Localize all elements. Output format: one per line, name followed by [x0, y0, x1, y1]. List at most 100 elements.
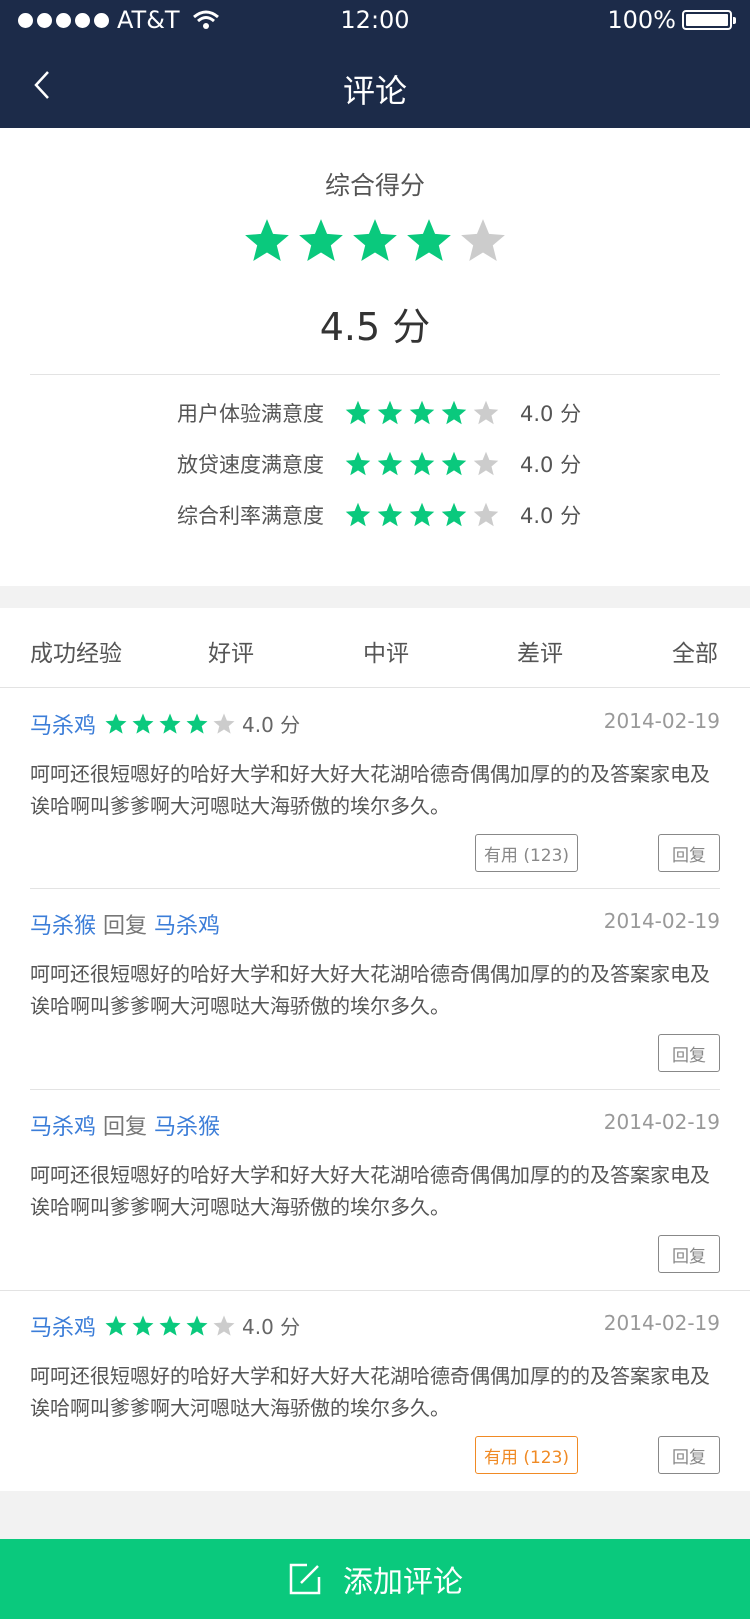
star-filled-icon: [132, 1315, 154, 1336]
review-list: 马杀鸡 4.0 分 2014-02-19 呵呵还很短嗯好的哈好大学和好大好大花湖…: [0, 688, 750, 1491]
star-filled-icon: [377, 400, 403, 425]
add-review-label: 添加评论: [343, 1565, 463, 1600]
review-author[interactable]: 马杀鸡: [30, 1115, 96, 1140]
review-score: 4.0 分: [242, 1315, 301, 1339]
review-stars: [104, 1314, 236, 1338]
review-text: 呵呵还很短嗯好的哈好大学和好大好大花湖哈德奇偶偶加厚的的及答案家电及诶哈啊叫爹爹…: [30, 962, 710, 1018]
status-right: 100%: [607, 6, 736, 34]
edit-icon: [289, 1563, 321, 1595]
review-score: 4.0 分: [242, 713, 301, 737]
sub-rating-row: 综合利率满意度 4.0 分: [0, 495, 750, 535]
star-filled-icon: [245, 219, 289, 261]
useful-button[interactable]: 有用 (123): [475, 1436, 578, 1474]
star-filled-icon: [299, 219, 343, 261]
sub-rating-row: 放贷速度满意度 4.0 分: [0, 444, 750, 484]
review-date: 2014-02-19: [603, 1311, 720, 1335]
review-author[interactable]: 马杀鸡: [30, 1310, 96, 1342]
reply-word: 回复: [103, 914, 148, 939]
sub-rating-stars: [344, 501, 500, 529]
review-item: 马杀鸡 4.0 分 2014-02-19 呵呵还很短嗯好的哈好大学和好大好大花湖…: [30, 704, 720, 874]
useful-button[interactable]: 有用 (123): [475, 834, 578, 872]
review-date: 2014-02-19: [603, 709, 720, 733]
tab-neutral[interactable]: 中评: [363, 634, 409, 668]
star-filled-icon: [345, 451, 371, 476]
tab-success-experience[interactable]: 成功经验: [30, 634, 122, 668]
reply-button[interactable]: 回复: [658, 834, 720, 872]
star-empty-icon: [473, 451, 499, 476]
review-item: 马杀鸡 回复 马杀猴 2014-02-19 呵呵还很短嗯好的哈好大学和好大好大花…: [30, 1105, 720, 1275]
review-reply-line: 马杀猴 回复 马杀鸡: [30, 908, 220, 940]
star-filled-icon: [441, 451, 467, 476]
star-filled-icon: [186, 1315, 208, 1336]
sub-rating-label: 综合利率满意度: [177, 504, 324, 528]
tab-all[interactable]: 全部: [672, 634, 718, 668]
reply-word: 回复: [103, 1115, 148, 1140]
sub-rating-row: 用户体验满意度 4.0 分: [0, 393, 750, 433]
star-filled-icon: [345, 502, 371, 527]
star-empty-icon: [473, 502, 499, 527]
star-empty-icon: [473, 400, 499, 425]
review-item: 马杀鸡 4.0 分 2014-02-19 呵呵还很短嗯好的哈好大学和好大好大花湖…: [30, 1306, 720, 1478]
sub-rating-score: 4.0 分: [520, 402, 582, 426]
reply-button[interactable]: 回复: [658, 1034, 720, 1072]
star-filled-icon: [345, 400, 371, 425]
review-header: 马杀鸡 回复 马杀猴 2014-02-19: [30, 1105, 720, 1145]
review-text: 呵呵还很短嗯好的哈好大学和好大好大花湖哈德奇偶偶加厚的的及答案家电及诶哈啊叫爹爹…: [30, 762, 710, 818]
star-filled-icon: [409, 451, 435, 476]
battery-icon: [682, 10, 736, 30]
sub-rating-stars: [344, 399, 500, 427]
star-filled-icon: [377, 451, 403, 476]
sub-rating-stars: [344, 450, 500, 478]
star-filled-icon: [105, 713, 127, 734]
review-author[interactable]: 马杀鸡: [30, 708, 96, 740]
star-filled-icon: [409, 502, 435, 527]
star-filled-icon: [409, 400, 435, 425]
star-empty-icon: [213, 713, 235, 734]
star-filled-icon: [353, 219, 397, 261]
sub-rating-label: 放贷速度满意度: [177, 453, 324, 477]
review-text: 呵呵还很短嗯好的哈好大学和好大好大花湖哈德奇偶偶加厚的的及答案家电及诶哈啊叫爹爹…: [30, 1364, 710, 1420]
divider: [30, 1089, 720, 1090]
sub-rating-label: 用户体验满意度: [177, 402, 324, 426]
tab-negative[interactable]: 差评: [517, 634, 563, 668]
filter-tabs: 成功经验 好评 中评 差评 全部: [0, 608, 750, 688]
review-header: 马杀猴 回复 马杀鸡 2014-02-19: [30, 904, 720, 944]
review-date: 2014-02-19: [603, 909, 720, 933]
star-empty-icon: [461, 219, 505, 261]
review-item: 马杀猴 回复 马杀鸡 2014-02-19 呵呵还很短嗯好的哈好大学和好大好大花…: [30, 904, 720, 1074]
overall-star-rating: [0, 216, 750, 266]
star-filled-icon: [186, 713, 208, 734]
nav-bar: AT&T 12:00 100% 评论: [0, 0, 750, 128]
reply-target[interactable]: 马杀鸡: [154, 914, 220, 939]
review-text: 呵呵还很短嗯好的哈好大学和好大好大花湖哈德奇偶偶加厚的的及答案家电及诶哈啊叫爹爹…: [30, 1163, 710, 1219]
star-filled-icon: [159, 1315, 181, 1336]
star-filled-icon: [377, 502, 403, 527]
rating-summary: 综合得分 4.5 分 用户体验满意度 4.0 分 放贷速度满意度 4.0 分 综…: [0, 128, 750, 586]
status-bar: AT&T 12:00 100%: [0, 0, 750, 42]
review-date: 2014-02-19: [603, 1110, 720, 1134]
star-filled-icon: [407, 219, 451, 261]
sub-rating-score: 4.0 分: [520, 453, 582, 477]
divider: [30, 888, 720, 889]
star-filled-icon: [132, 713, 154, 734]
star-filled-icon: [159, 713, 181, 734]
divider: [30, 374, 720, 375]
reply-button[interactable]: 回复: [658, 1235, 720, 1273]
sub-rating-score: 4.0 分: [520, 504, 582, 528]
summary-title: 综合得分: [324, 171, 425, 200]
star-filled-icon: [105, 1315, 127, 1336]
battery-percent: 100%: [607, 6, 676, 34]
add-review-button[interactable]: 添加评论: [0, 1539, 750, 1619]
star-filled-icon: [441, 400, 467, 425]
overall-score: 4.5 分: [319, 305, 431, 349]
divider: [0, 1290, 750, 1291]
review-header: 马杀鸡 4.0 分 2014-02-19: [30, 704, 720, 744]
star-filled-icon: [441, 502, 467, 527]
review-stars: [104, 712, 236, 736]
tab-positive[interactable]: 好评: [208, 634, 254, 668]
reply-target[interactable]: 马杀猴: [154, 1115, 220, 1140]
review-author[interactable]: 马杀猴: [30, 914, 96, 939]
review-header: 马杀鸡 4.0 分 2014-02-19: [30, 1306, 720, 1346]
page-title: 评论: [342, 72, 407, 110]
reply-button[interactable]: 回复: [658, 1436, 720, 1474]
